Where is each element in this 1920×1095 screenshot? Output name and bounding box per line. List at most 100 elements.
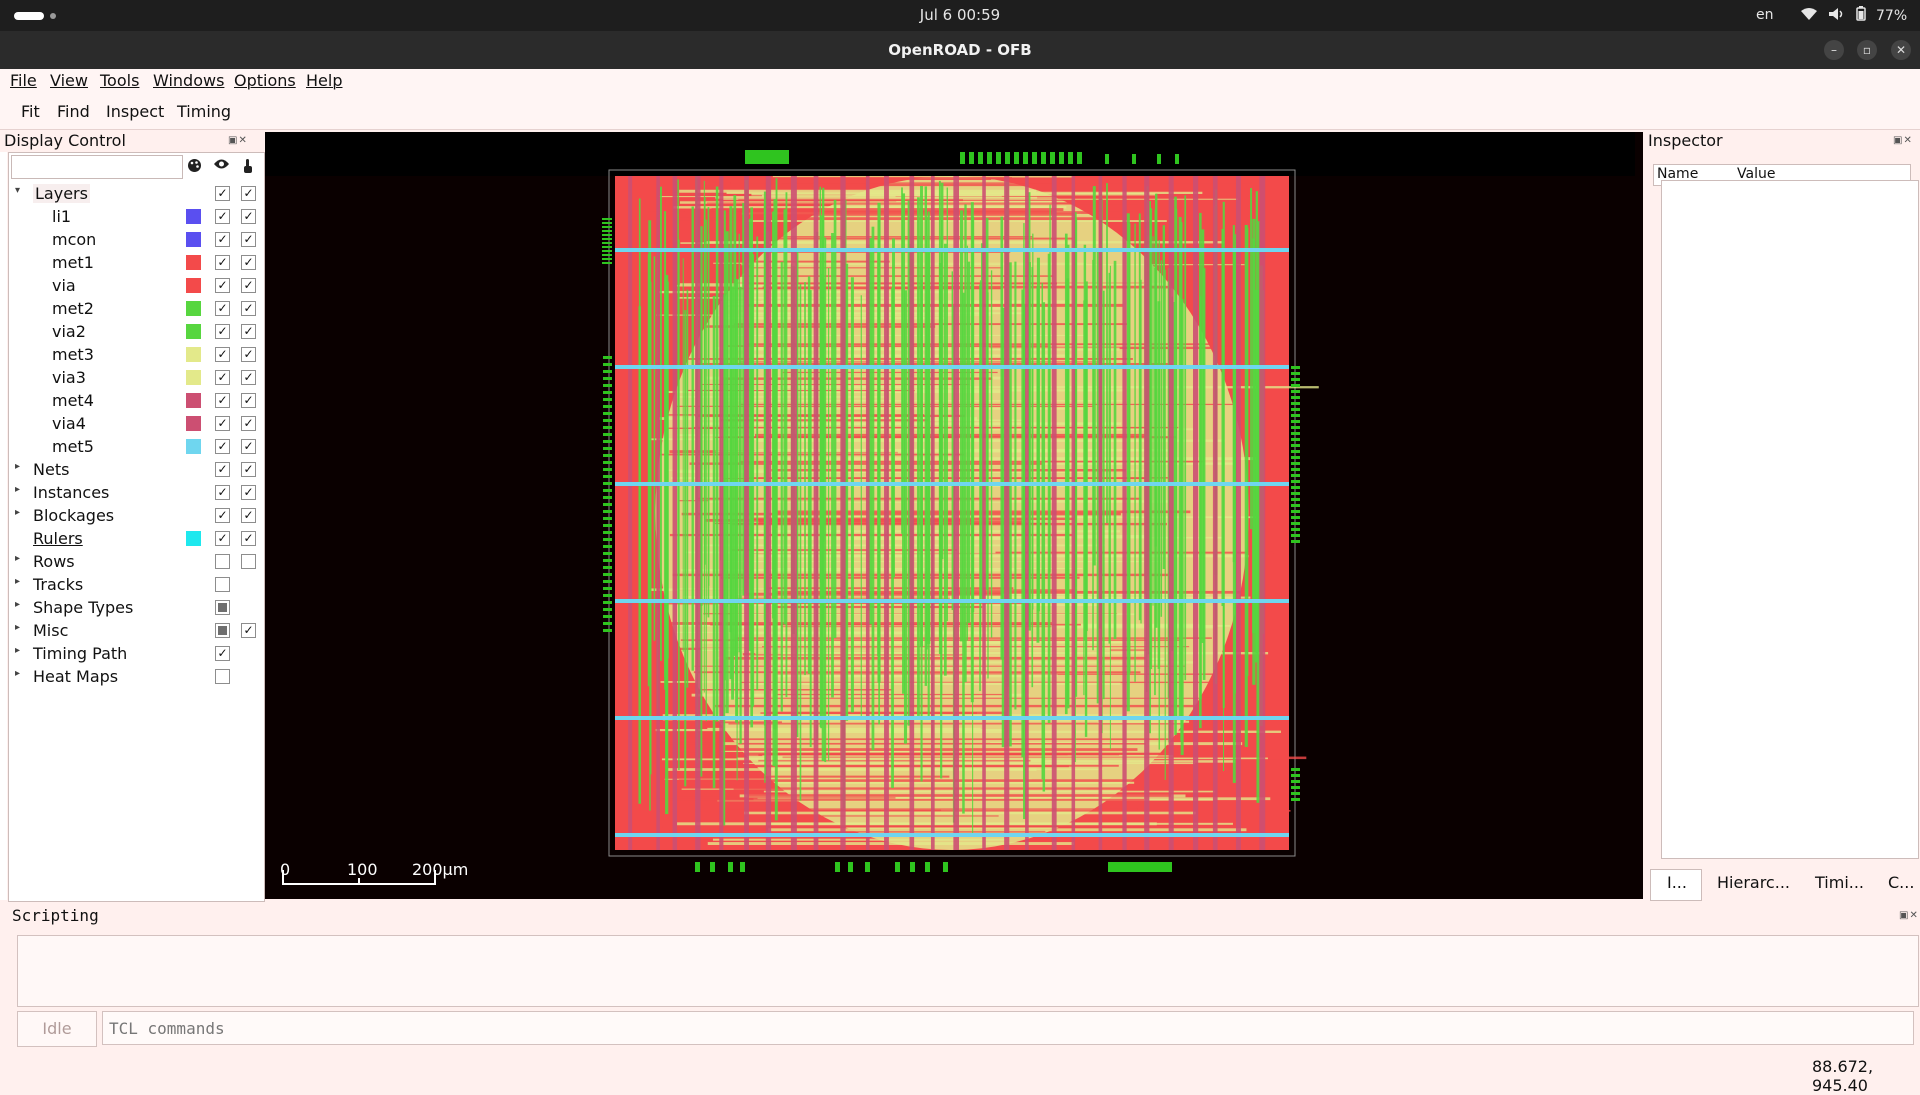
tree-row-met4[interactable]: met4 ✓ ✓ <box>9 389 262 412</box>
tree-row-timing-path[interactable]: ▸ Timing Path ✓ <box>9 642 262 665</box>
selectable-checkbox[interactable]: ✓ <box>241 278 256 293</box>
chip-layout[interactable] <box>600 150 1320 880</box>
selectable-checkbox[interactable]: ✓ <box>241 416 256 431</box>
tree-row-shape-types[interactable]: ▸ Shape Types <box>9 596 262 619</box>
layer-color-swatch[interactable] <box>186 301 201 316</box>
display-control-dock-buttons[interactable]: ▣✕ <box>228 135 248 146</box>
selectable-checkbox[interactable]: ✓ <box>241 186 256 201</box>
selectable-checkbox[interactable]: ✓ <box>241 324 256 339</box>
selectable-checkbox[interactable]: ✓ <box>241 485 256 500</box>
visible-checkbox[interactable] <box>215 623 230 638</box>
selectable-checkbox[interactable]: ✓ <box>241 623 256 638</box>
system-tray[interactable]: 77% <box>1800 6 1907 25</box>
timing-button[interactable]: Timing <box>177 102 231 121</box>
tree-row-via4[interactable]: via4 ✓ ✓ <box>9 412 262 435</box>
visible-checkbox[interactable] <box>215 554 230 569</box>
visible-checkbox[interactable]: ✓ <box>215 439 230 454</box>
tab-clock[interactable]: C... <box>1888 873 1914 892</box>
layer-color-swatch[interactable] <box>186 370 201 385</box>
layer-color-swatch[interactable] <box>186 439 201 454</box>
visible-checkbox[interactable]: ✓ <box>215 485 230 500</box>
layer-color-swatch[interactable] <box>186 324 201 339</box>
layer-color-swatch[interactable] <box>186 531 201 546</box>
tree-row-heat-maps[interactable]: ▸ Heat Maps <box>9 665 262 688</box>
visible-checkbox[interactable] <box>215 600 230 615</box>
selectable-checkbox[interactable]: ✓ <box>241 347 256 362</box>
selectable-checkbox[interactable]: ✓ <box>241 508 256 523</box>
visible-checkbox[interactable]: ✓ <box>215 324 230 339</box>
tree-row-met5[interactable]: met5 ✓ ✓ <box>9 435 262 458</box>
layer-color-swatch[interactable] <box>186 209 201 224</box>
scripting-output[interactable] <box>17 935 1919 1007</box>
input-language[interactable]: en <box>1756 7 1774 23</box>
scripting-dock-buttons[interactable]: ▣✕ <box>1899 910 1919 921</box>
tree-row-rulers[interactable]: Rulers ✓ ✓ <box>9 527 262 550</box>
inspect-button[interactable]: Inspect <box>106 102 164 121</box>
visible-checkbox[interactable]: ✓ <box>215 393 230 408</box>
inspector-dock-buttons[interactable]: ▣✕ <box>1893 135 1913 146</box>
visible-checkbox[interactable] <box>215 577 230 592</box>
tree-row-met2[interactable]: met2 ✓ ✓ <box>9 297 262 320</box>
tree-row-blockages[interactable]: ▸ Blockages ✓ ✓ <box>9 504 262 527</box>
visible-checkbox[interactable]: ✓ <box>215 370 230 385</box>
tree-row-via3[interactable]: via3 ✓ ✓ <box>9 366 262 389</box>
tree-row-rows[interactable]: ▸ Rows <box>9 550 262 573</box>
expand-arrow-icon[interactable]: ▸ <box>15 484 20 495</box>
tab-hierarchy[interactable]: Hierarc... <box>1717 873 1790 892</box>
layer-color-swatch[interactable] <box>186 416 201 431</box>
menu-options[interactable]: Options <box>234 71 296 90</box>
visible-checkbox[interactable]: ✓ <box>215 508 230 523</box>
collapse-arrow-icon[interactable]: ▾ <box>15 185 20 196</box>
display-control-filter-input[interactable] <box>11 155 183 179</box>
maximize-button[interactable]: ▫ <box>1857 40 1877 60</box>
expand-arrow-icon[interactable]: ▸ <box>15 622 20 633</box>
tree-row-instances[interactable]: ▸ Instances ✓ ✓ <box>9 481 262 504</box>
visible-checkbox[interactable] <box>215 669 230 684</box>
expand-arrow-icon[interactable]: ▸ <box>15 599 20 610</box>
menu-windows[interactable]: Windows <box>153 71 224 90</box>
tree-row-tracks[interactable]: ▸ Tracks <box>9 573 262 596</box>
tree-row-via2[interactable]: via2 ✓ ✓ <box>9 320 262 343</box>
tcl-command-input[interactable]: TCL commands <box>102 1011 1914 1045</box>
selectable-checkbox[interactable]: ✓ <box>241 531 256 546</box>
minimize-button[interactable]: – <box>1824 40 1844 60</box>
fit-button[interactable]: Fit <box>21 102 40 121</box>
tree-row-met1[interactable]: met1 ✓ ✓ <box>9 251 262 274</box>
layer-color-swatch[interactable] <box>186 232 201 247</box>
visible-checkbox[interactable]: ✓ <box>215 232 230 247</box>
visible-checkbox[interactable]: ✓ <box>215 531 230 546</box>
visible-checkbox[interactable]: ✓ <box>215 278 230 293</box>
scripting-status-button[interactable]: Idle <box>17 1011 97 1047</box>
tree-row-misc[interactable]: ▸ Misc ✓ <box>9 619 262 642</box>
visible-checkbox[interactable]: ✓ <box>215 209 230 224</box>
expand-arrow-icon[interactable]: ▸ <box>15 668 20 679</box>
visible-checkbox[interactable]: ✓ <box>215 186 230 201</box>
visible-checkbox[interactable]: ✓ <box>215 255 230 270</box>
layer-color-swatch[interactable] <box>186 393 201 408</box>
layer-color-swatch[interactable] <box>186 347 201 362</box>
expand-arrow-icon[interactable]: ▸ <box>15 645 20 656</box>
tree-row-layers[interactable]: ▾ Layers ✓ ✓ <box>9 182 262 205</box>
expand-arrow-icon[interactable]: ▸ <box>15 553 20 564</box>
menu-file[interactable]: File <box>10 71 37 90</box>
layer-color-swatch[interactable] <box>186 278 201 293</box>
selectable-checkbox[interactable]: ✓ <box>241 301 256 316</box>
tab-inspector[interactable]: I... <box>1667 873 1687 892</box>
selectable-checkbox[interactable]: ✓ <box>241 393 256 408</box>
tree-row-via[interactable]: via ✓ ✓ <box>9 274 262 297</box>
tree-row-mcon[interactable]: mcon ✓ ✓ <box>9 228 262 251</box>
tree-row-met3[interactable]: met3 ✓ ✓ <box>9 343 262 366</box>
layer-color-swatch[interactable] <box>186 255 201 270</box>
tab-timing[interactable]: Timi... <box>1815 873 1864 892</box>
visible-checkbox[interactable]: ✓ <box>215 347 230 362</box>
tree-row-li1[interactable]: li1 ✓ ✓ <box>9 205 262 228</box>
close-button[interactable]: ✕ <box>1891 40 1911 60</box>
menu-tools[interactable]: Tools <box>100 71 139 90</box>
visible-checkbox[interactable]: ✓ <box>215 646 230 661</box>
selectable-checkbox[interactable]: ✓ <box>241 370 256 385</box>
visible-checkbox[interactable]: ✓ <box>215 301 230 316</box>
expand-arrow-icon[interactable]: ▸ <box>15 461 20 472</box>
selectable-checkbox[interactable] <box>241 554 256 569</box>
expand-arrow-icon[interactable]: ▸ <box>15 576 20 587</box>
visible-checkbox[interactable]: ✓ <box>215 416 230 431</box>
